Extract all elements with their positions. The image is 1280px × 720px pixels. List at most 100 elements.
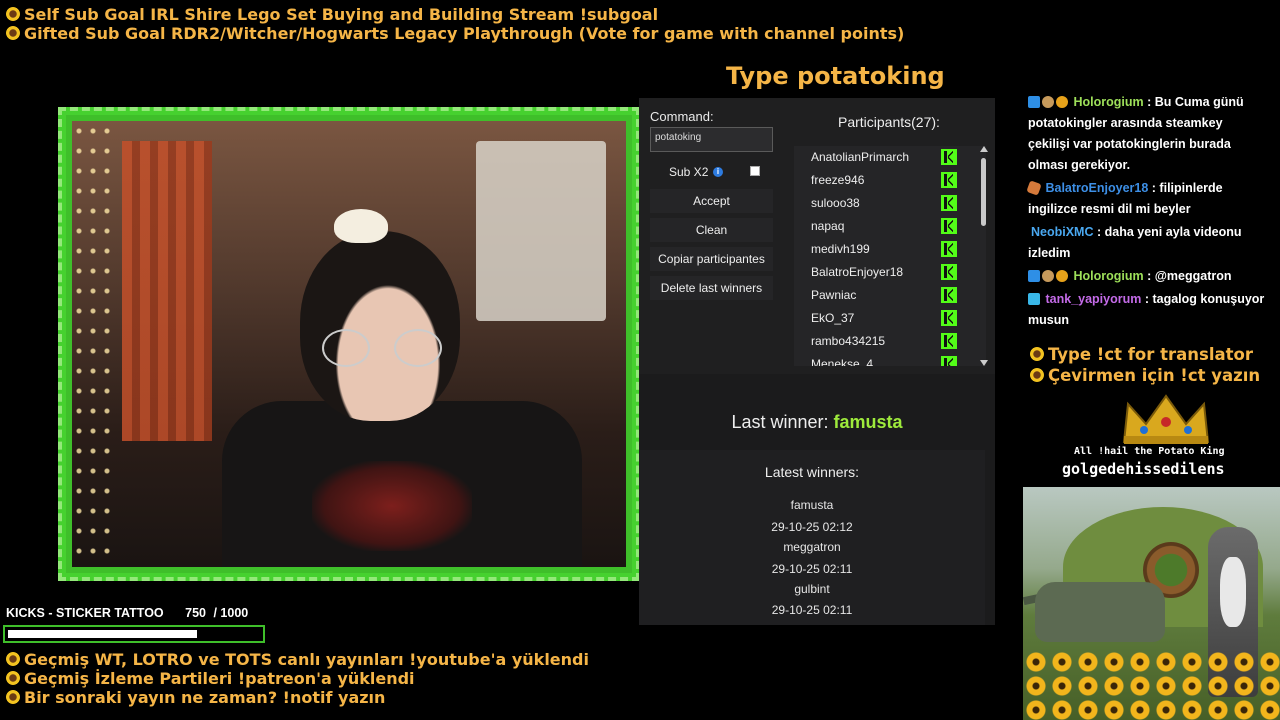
info-text: Geçmiş WT, LOTRO ve TOTS canlı yayınları…: [24, 650, 589, 669]
participant-row: Menekse_4: [794, 353, 964, 366]
tank: [1035, 582, 1165, 642]
participant-name: sulooo38: [811, 196, 860, 210]
scroll-up-icon[interactable]: [980, 146, 988, 152]
participant-row: sulooo38: [794, 192, 964, 215]
kick-icon: [941, 172, 957, 188]
sunflower-icon: [6, 671, 20, 685]
chat-message: NeobiXMC : daha yeni ayla videonu izledi…: [1028, 222, 1278, 264]
chat-text: musun: [1028, 313, 1069, 327]
winner-name: meggatron: [783, 540, 841, 554]
chat-username[interactable]: tank_yapiyorum: [1045, 292, 1141, 306]
chat-text: : Bu Cuma günü: [1147, 95, 1244, 109]
info-line: Bir sonraki yayın ne zaman? !notif yazın: [6, 688, 385, 707]
webcam-feed: [72, 121, 626, 567]
kick-icon: [941, 310, 957, 326]
shirt-print: [312, 461, 472, 551]
glasses: [322, 329, 442, 369]
kicks-goal-total: / 1000: [213, 606, 249, 620]
chat-text: olması gerekiyor.: [1028, 158, 1131, 172]
sunflower-icon: [6, 26, 20, 40]
winner-time: 29-10-25 02:12: [771, 520, 853, 534]
curtain: [122, 141, 212, 441]
participant-name: freeze946: [811, 173, 865, 187]
participants-list[interactable]: AnatolianPrimarch freeze946 sulooo38 nap…: [794, 146, 986, 366]
participant-row: medivh199: [794, 238, 964, 261]
chat-message: Holorogium : Bu Cuma günü potatokingler …: [1028, 92, 1278, 176]
info-line: Geçmiş İzleme Partileri !patreon'a yükle…: [6, 669, 415, 688]
winner-time: 29-10-25 02:11: [771, 562, 853, 576]
giveaway-controls: Command: potatoking Sub X2 i Accept Clea…: [639, 98, 995, 374]
kicks-progress-fill: [8, 630, 197, 638]
crown-icon: [1122, 394, 1210, 444]
participant-name: BalatroEnjoyer18: [811, 265, 904, 279]
chat-message: Holorogium : @meggatron: [1028, 266, 1278, 287]
scroll-thumb[interactable]: [981, 158, 986, 226]
translator-text: Type !ct for translator: [1048, 345, 1254, 364]
fairy-lights: [72, 121, 112, 567]
sub-x2-row: Sub X2 i: [650, 160, 773, 184]
command-input[interactable]: potatoking: [650, 127, 773, 152]
potato-badge-icon: [1042, 96, 1054, 108]
scroll-down-icon[interactable]: [980, 360, 988, 366]
last-winner-label: Last winner:: [731, 412, 829, 432]
kick-icon: [941, 333, 957, 349]
chat-panel: Holorogium : Bu Cuma günü potatokingler …: [1026, 92, 1278, 333]
clean-button[interactable]: Clean: [650, 218, 773, 242]
potato-badge-icon: [1042, 270, 1054, 282]
delete-last-winners-button[interactable]: Delete last winners: [650, 276, 773, 300]
sunflower-icon: [6, 7, 20, 21]
copy-participants-button[interactable]: Copiar participantes: [650, 247, 773, 271]
participant-row: AnatolianPrimarch: [794, 146, 964, 169]
info-icon[interactable]: i: [713, 167, 723, 177]
type-command-title: Type potatoking: [726, 62, 945, 90]
winner-time: 29-10-25 02:11: [771, 603, 853, 617]
chat-username[interactable]: BalatroEnjoyer18: [1045, 181, 1148, 195]
participants-title: Participants(27):: [838, 114, 940, 130]
chat-text: izledim: [1028, 246, 1071, 260]
last-winner-name: famusta: [833, 412, 903, 432]
sunflower-field: [1023, 650, 1280, 720]
hail-potato-king: All !hail the Potato King: [1074, 446, 1225, 457]
translator-line-en: Type !ct for translator: [1030, 345, 1253, 364]
chat-username[interactable]: NeobiXMC: [1031, 225, 1094, 239]
participant-name: Menekse_4: [811, 357, 874, 366]
giveaway-panel: Command: potatoking Sub X2 i Accept Clea…: [639, 98, 995, 625]
participant-row: Pawniac: [794, 284, 964, 307]
chat-text: : filipinlerde: [1151, 181, 1223, 195]
chat-text: : @meggatron: [1147, 269, 1232, 283]
kick-icon: [941, 241, 957, 257]
kicks-progress-bar: [3, 625, 265, 643]
sub-x2-label: Sub X2: [669, 165, 709, 179]
info-text: Geçmiş İzleme Partileri !patreon'a yükle…: [24, 669, 415, 688]
info-line: Geçmiş WT, LOTRO ve TOTS canlı yayınları…: [6, 650, 589, 669]
kicks-goal-label: KICKS - STICKER TATTOO 750 / 1000: [6, 606, 248, 620]
participant-name: EkO_37: [811, 311, 855, 325]
accept-button[interactable]: Accept: [650, 189, 773, 213]
chat-username[interactable]: Holorogium: [1073, 95, 1143, 109]
chat-message: tank_yapiyorum : tagalog konuşuyor musun: [1028, 289, 1278, 331]
chat-message: BalatroEnjoyer18 : filipinlerde ingilizc…: [1026, 178, 1278, 220]
winner-name: famusta: [790, 498, 834, 512]
potato-king-name: golgedehissedilens: [1062, 460, 1225, 478]
sub-x2-checkbox[interactable]: [750, 166, 760, 176]
latest-winners-title: Latest winners:: [764, 464, 860, 480]
participants-scrollbar[interactable]: [979, 146, 989, 366]
chat-username[interactable]: Holorogium: [1073, 269, 1143, 283]
latest-winners-box: Latest winners: famusta 29-10-25 02:12 m…: [639, 450, 985, 625]
kick-icon: [941, 195, 957, 211]
kick-icon: [941, 264, 957, 280]
sub-goal-line: Self Sub Goal IRL Shire Lego Set Buying …: [6, 5, 658, 24]
sunflower-icon: [6, 652, 20, 666]
chat-text: : tagalog konuşuyor: [1144, 292, 1265, 306]
sunflower-icon: [1030, 347, 1044, 361]
participant-name: napaq: [811, 219, 845, 233]
chat-text: : daha yeni ayla videonu: [1096, 225, 1242, 239]
participant-name: medivh199: [811, 242, 870, 256]
gifted-goal-text: Gifted Sub Goal RDR2/Witcher/Hogwarts Le…: [24, 24, 905, 43]
sub-goal-text: Self Sub Goal IRL Shire Lego Set Buying …: [24, 5, 659, 24]
participant-row: EkO_37: [794, 307, 964, 330]
kicks-current: 750: [185, 606, 206, 620]
participant-row: BalatroEnjoyer18: [794, 261, 964, 284]
gold-badge-icon: [1056, 96, 1068, 108]
participant-row: freeze946: [794, 169, 964, 192]
